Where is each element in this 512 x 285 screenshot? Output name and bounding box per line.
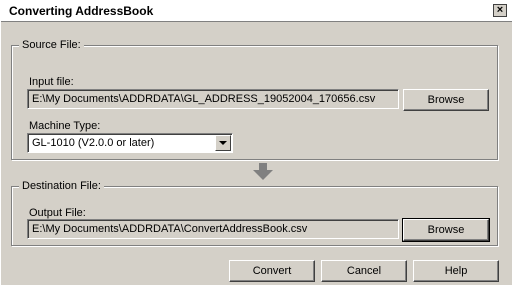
destination-file-group-label: Destination File: xyxy=(19,180,104,192)
help-button[interactable]: Help xyxy=(413,260,499,282)
output-browse-button[interactable]: Browse xyxy=(402,218,490,242)
close-icon: × xyxy=(496,4,504,16)
input-browse-button[interactable]: Browse xyxy=(403,89,489,111)
source-file-group-label: Source File: xyxy=(19,39,84,51)
input-file-field[interactable]: E:\My Documents\ADDRDATA\GL_ADDRESS_1905… xyxy=(27,89,399,109)
machine-type-label: Machine Type: xyxy=(29,120,101,132)
output-file-value: E:\My Documents\ADDRDATA\ConvertAddressB… xyxy=(32,223,308,235)
cancel-button[interactable]: Cancel xyxy=(321,260,407,282)
window-title: Converting AddressBook xyxy=(9,4,154,18)
close-button[interactable]: × xyxy=(493,4,507,17)
machine-type-value: GL-1010 (V2.0.0 or later) xyxy=(32,137,155,149)
input-file-value: E:\My Documents\ADDRDATA\GL_ADDRESS_1905… xyxy=(32,93,376,105)
convert-addressbook-dialog: Converting AddressBook × Source File: In… xyxy=(0,0,512,285)
title-bar: Converting AddressBook × xyxy=(1,0,512,22)
input-file-label: Input file: xyxy=(29,76,74,88)
convert-button[interactable]: Convert xyxy=(229,260,315,282)
output-file-field[interactable]: E:\My Documents\ADDRDATA\ConvertAddressB… xyxy=(27,219,399,239)
down-arrow-icon xyxy=(253,163,273,180)
output-file-label: Output File: xyxy=(29,207,86,219)
chevron-down-icon[interactable] xyxy=(215,135,231,151)
machine-type-select[interactable]: GL-1010 (V2.0.0 or later) xyxy=(27,133,233,153)
